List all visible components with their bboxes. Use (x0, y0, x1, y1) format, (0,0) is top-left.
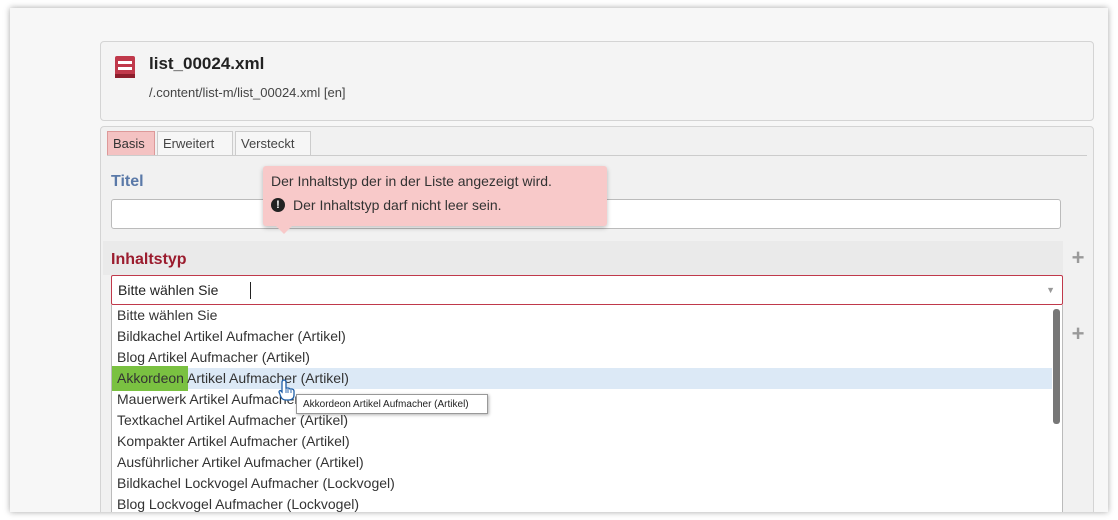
validation-tooltip: Der Inhaltstyp der in der Liste angezeig… (263, 166, 607, 234)
add-plus-icon[interactable]: + (1069, 247, 1087, 269)
file-header: list_00024.xml /.content/list-m/list_000… (100, 41, 1094, 121)
file-path: /.content/list-m/list_00024.xml [en] (149, 85, 346, 100)
inhaltstyp-header (103, 241, 1063, 275)
tab-divider (107, 155, 1087, 156)
option-item[interactable]: Blog Lockvogel Aufmacher (Lockvogel) (112, 494, 1052, 512)
dropdown-scrollbar[interactable] (1053, 309, 1060, 424)
exclamation-icon: ! (271, 198, 285, 212)
dropdown-arrow-icon[interactable]: ▼ (1046, 285, 1055, 295)
text-caret (250, 282, 251, 299)
editor-window: list_00024.xml /.content/list-m/list_000… (10, 8, 1108, 512)
list-file-icon (115, 56, 135, 78)
hand-pointer-cursor-icon (278, 379, 295, 401)
option-item[interactable]: Mauerwerk Artikel Aufmacher (Artikel) (112, 389, 1052, 410)
select-dropdown-list[interactable]: Bitte wählen Sie Bildkachel Artikel Aufm… (111, 305, 1063, 512)
tab-basis[interactable]: Basis (107, 131, 155, 155)
tab-erweitert[interactable]: Erweitert (157, 131, 233, 155)
tooltip-arrow (276, 226, 292, 234)
option-item-hovered[interactable]: Akkordeon Artikel Aufmacher (Artikel) (112, 366, 1052, 391)
select-value: Bitte wählen Sie (118, 282, 219, 298)
error-text: Der Inhaltstyp darf nicht leer sein. (293, 197, 502, 213)
option-item[interactable]: Textkachel Artikel Aufmacher (Artikel) (112, 410, 1052, 431)
inhaltstyp-label: Inhaltstyp (111, 251, 187, 268)
tab-versteckt[interactable]: Versteckt (235, 131, 311, 155)
option-item[interactable]: Bitte wählen Sie (112, 305, 1052, 326)
help-text: Der Inhaltstyp der in der Liste angezeig… (271, 173, 552, 189)
option-hover-tooltip: Akkordeon Artikel Aufmacher (Artikel) (296, 394, 488, 414)
inhaltstyp-select[interactable]: Bitte wählen Sie ▼ (111, 275, 1063, 305)
file-name: list_00024.xml (149, 54, 265, 73)
titel-label: Titel (111, 173, 144, 190)
option-item[interactable]: Ausführlicher Artikel Aufmacher (Artikel… (112, 452, 1052, 473)
option-item[interactable]: Bildkachel Lockvogel Aufmacher (Lockvoge… (112, 473, 1052, 494)
option-item[interactable]: Kompakter Artikel Aufmacher (Artikel) (112, 431, 1052, 452)
add-plus-icon-2[interactable]: + (1069, 323, 1087, 345)
option-item[interactable]: Blog Artikel Aufmacher (Artikel) (112, 347, 1052, 368)
option-item[interactable]: Bildkachel Artikel Aufmacher (Artikel) (112, 326, 1052, 347)
